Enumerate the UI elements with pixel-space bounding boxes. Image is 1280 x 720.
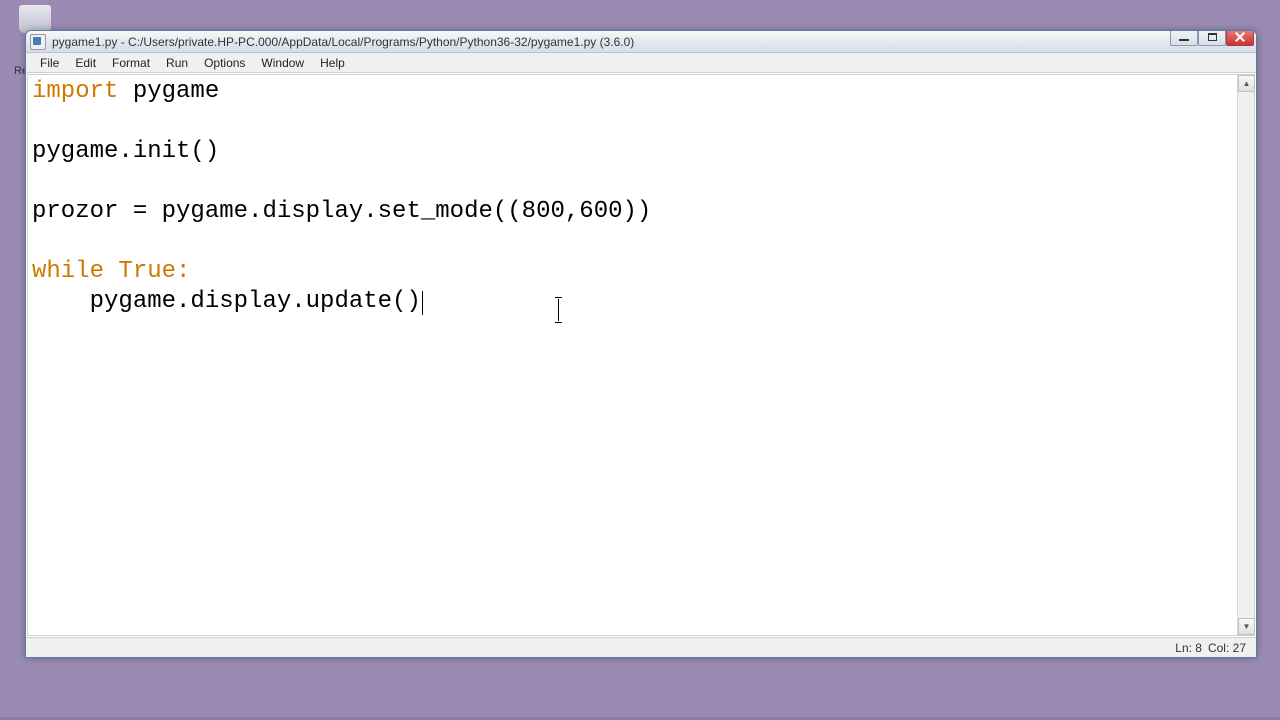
window-controls (1170, 30, 1254, 46)
window-title: pygame1.py - C:/Users/private.HP-PC.000/… (52, 35, 634, 49)
minimize-icon (1179, 39, 1189, 41)
code-line-mode: prozor = pygame.display.set_mode((800,60… (32, 198, 651, 225)
python-file-icon (30, 34, 46, 50)
titlebar[interactable]: pygame1.py - C:/Users/private.HP-PC.000/… (26, 31, 1256, 53)
text-cursor (422, 291, 423, 315)
menu-help[interactable]: Help (312, 54, 353, 72)
menubar: File Edit Format Run Options Window Help (26, 53, 1256, 73)
keyword-true: True: (104, 258, 190, 285)
editor-wrap: import pygame pygame.init() prozor = pyg… (27, 74, 1255, 636)
vertical-scrollbar[interactable]: ▲ ▼ (1237, 75, 1254, 635)
menu-edit[interactable]: Edit (67, 54, 104, 72)
code-text: pygame (118, 78, 219, 105)
keyword-while: while (32, 258, 104, 285)
menu-window[interactable]: Window (253, 54, 312, 72)
status-col: Col: 27 (1208, 641, 1246, 655)
maximize-button[interactable] (1198, 30, 1226, 46)
mouse-caret-icon (558, 299, 559, 321)
idle-editor-window: pygame1.py - C:/Users/private.HP-PC.000/… (25, 30, 1257, 658)
menu-run[interactable]: Run (158, 54, 196, 72)
scroll-down-arrow-icon[interactable]: ▼ (1238, 618, 1255, 635)
status-line: Ln: 8 (1175, 641, 1202, 655)
statusbar: Ln: 8 Col: 27 (26, 637, 1256, 657)
code-line-init: pygame.init() (32, 138, 219, 165)
close-icon (1235, 32, 1245, 42)
keyword-import: import (32, 78, 118, 105)
code-editor[interactable]: import pygame pygame.init() prozor = pyg… (28, 75, 1237, 635)
menu-options[interactable]: Options (196, 54, 253, 72)
scroll-up-arrow-icon[interactable]: ▲ (1238, 75, 1255, 92)
maximize-icon (1208, 33, 1217, 41)
code-line-update: pygame.display.update() (32, 288, 421, 315)
close-button[interactable] (1226, 30, 1254, 46)
menu-file[interactable]: File (32, 54, 67, 72)
menu-format[interactable]: Format (104, 54, 158, 72)
minimize-button[interactable] (1170, 30, 1198, 46)
